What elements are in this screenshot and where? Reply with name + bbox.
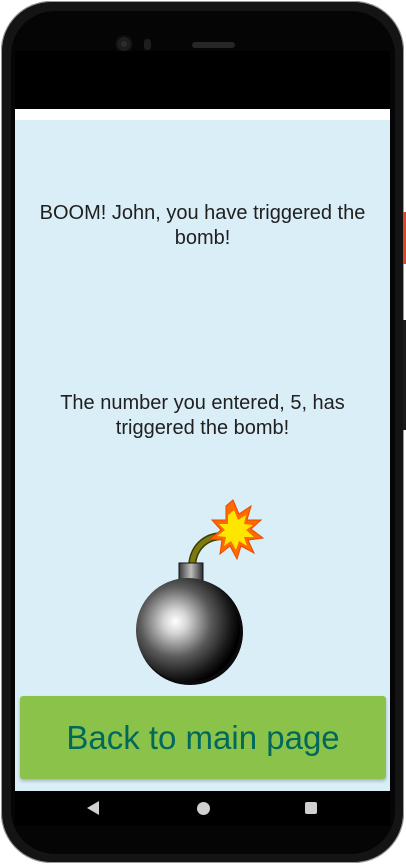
number-message: The number you entered, 5, has triggered… [60, 392, 345, 439]
front-camera [117, 37, 131, 51]
result-content: BOOM! John, you have triggered the bomb!… [15, 120, 390, 791]
system-nav-bar [15, 791, 390, 826]
trigger-message: BOOM! John, you have triggered the bomb! [39, 202, 366, 249]
recents-icon[interactable] [281, 791, 341, 826]
device-screen: BOOM! John, you have triggered the bomb!… [15, 51, 390, 826]
back-to-main-page-button[interactable]: Back to main page [20, 696, 386, 779]
back-icon[interactable] [63, 791, 123, 826]
home-icon[interactable] [173, 791, 233, 826]
bomb-icon [127, 498, 277, 693]
status-bar [15, 51, 390, 109]
earpiece-speaker [192, 42, 235, 48]
proximity-sensor [144, 39, 151, 50]
app-area: BOOM! John, you have triggered the bomb!… [15, 109, 390, 791]
